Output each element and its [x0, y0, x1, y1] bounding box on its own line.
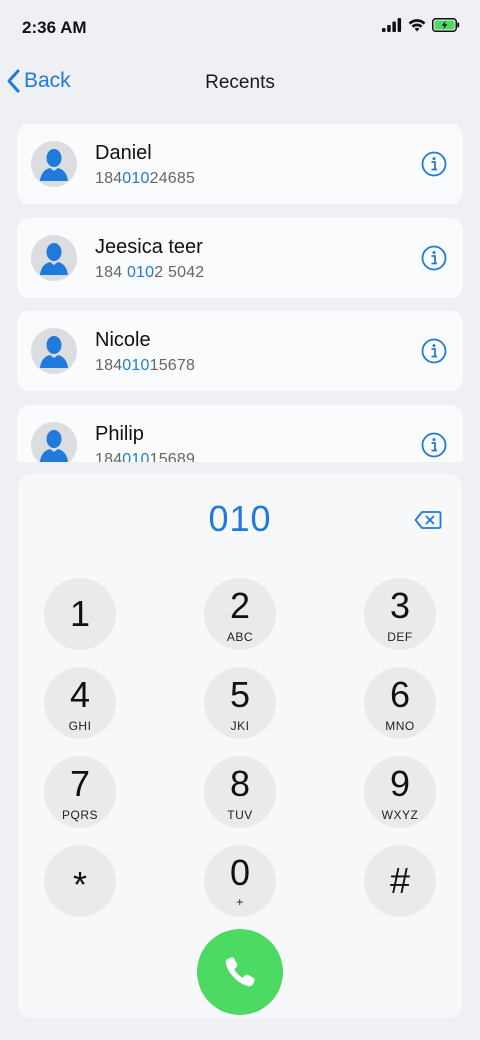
keypad-panel: 010 1 2 ABC 3 DEF 4 GHI 5 JKI 6 MNO 7 PQ…	[18, 474, 462, 1018]
person-silhouette-icon	[40, 336, 68, 368]
key-0[interactable]: 0 +	[204, 845, 276, 917]
key-4[interactable]: 4 GHI	[44, 667, 116, 739]
backspace-icon[interactable]	[414, 510, 442, 530]
avatar	[31, 141, 77, 187]
contact-name: Jeesica teer	[95, 236, 203, 258]
recents-list[interactable]: Daniel 18401024685 Jeesica teer 184 0102…	[0, 124, 480, 462]
key-6[interactable]: 6 MNO	[364, 667, 436, 739]
cellular-signal-icon	[382, 18, 402, 32]
nav-bar: Back Recents	[0, 56, 480, 110]
avatar	[31, 235, 77, 281]
info-icon[interactable]	[421, 245, 447, 271]
info-icon[interactable]	[421, 432, 447, 458]
info-icon[interactable]	[421, 151, 447, 177]
contact-name: Daniel	[95, 142, 152, 164]
page-title: Recents	[205, 72, 275, 93]
info-icon[interactable]	[421, 338, 447, 364]
key-9[interactable]: 9 WXYZ	[364, 756, 436, 828]
key-8[interactable]: 8 TUV	[204, 756, 276, 828]
contact-card[interactable]: Nicole 18401015678	[17, 311, 463, 391]
status-bar: 2:36 AM	[0, 0, 480, 56]
contact-card[interactable]: Jeesica teer 184 0102 5042	[17, 218, 463, 298]
key-2[interactable]: 2 ABC	[204, 578, 276, 650]
contact-number: 18401015678	[95, 357, 196, 374]
person-silhouette-icon	[40, 430, 68, 462]
dial-display: 010	[208, 498, 272, 539]
call-button[interactable]	[197, 929, 283, 1015]
key-3[interactable]: 3 DEF	[364, 578, 436, 650]
wifi-icon	[408, 19, 426, 32]
battery-charging-icon	[432, 18, 460, 32]
contact-number: 18401015689	[95, 451, 196, 462]
key-1[interactable]: 1	[44, 578, 116, 650]
contact-card[interactable]: Daniel 18401024685	[17, 124, 463, 204]
key-5[interactable]: 5 JKI	[204, 667, 276, 739]
avatar	[31, 328, 77, 374]
contact-name: Philip	[95, 423, 144, 445]
key-hash[interactable]: #	[364, 845, 436, 917]
person-silhouette-icon	[40, 243, 68, 275]
contact-name: Nicole	[95, 329, 151, 351]
status-icons	[382, 18, 460, 32]
contact-number: 184 0102 5042	[95, 264, 205, 281]
contact-number: 18401024685	[95, 170, 196, 187]
phone-icon	[225, 957, 255, 987]
status-time: 2:36 AM	[22, 18, 87, 37]
key-7[interactable]: 7 PQRS	[44, 756, 116, 828]
person-silhouette-icon	[40, 149, 68, 181]
key-star[interactable]: *	[44, 845, 116, 917]
contact-card[interactable]: Philip 18401015689	[17, 405, 463, 462]
avatar	[31, 422, 77, 462]
